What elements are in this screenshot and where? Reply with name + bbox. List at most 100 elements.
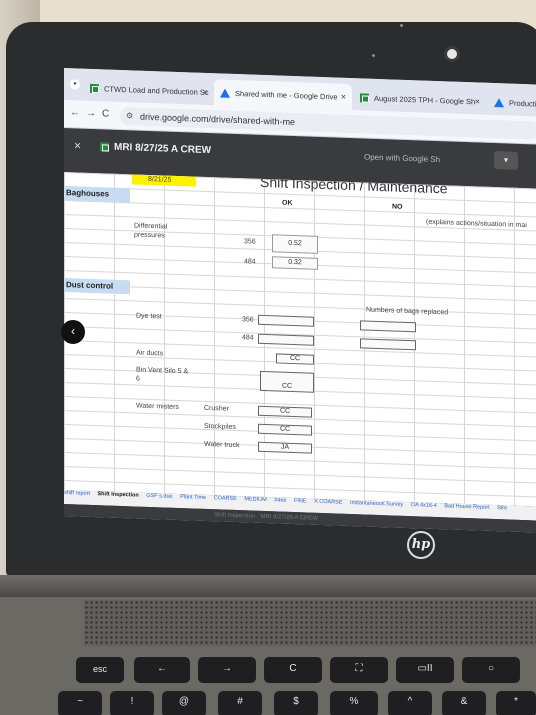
mister-stockpiles-value[interactable]: CC (258, 423, 312, 436)
close-icon[interactable]: × (341, 92, 346, 102)
dye-484-bags-input[interactable] (360, 338, 416, 351)
bags-replaced-label: Numbers of bags replaced (366, 306, 449, 317)
sheet-tab[interactable]: GSF s.due (146, 493, 172, 500)
tilde-key[interactable]: ~ (58, 691, 102, 715)
sheet-title: Shift Inspection / Maintenance (260, 173, 448, 197)
sheet-tab[interactable]: FINE (294, 498, 307, 504)
cell-value: CC (279, 425, 291, 433)
sheet-tab[interactable]: Instantaneous Survey (350, 500, 403, 508)
asterisk-key[interactable]: * (496, 691, 536, 715)
cell-value: 0.32 (288, 258, 302, 267)
no-column-header: NO (392, 203, 403, 211)
dye-356-ok-input[interactable] (258, 314, 314, 327)
sheets-icon (90, 83, 99, 93)
sheet-tab[interactable]: #4ee (274, 497, 286, 503)
back-key[interactable]: ← (134, 657, 190, 683)
sheet-tab[interactable]: Stre (497, 505, 507, 511)
tab-search-icon[interactable]: ▾ (70, 79, 80, 90)
mister-crusher-label: Crusher (204, 404, 229, 413)
tab-production[interactable]: Producti (488, 89, 536, 117)
file-title: MRI 8/27/25 A CREW (86, 141, 211, 156)
bin-vent-label-1: Bin Vent Silo 5 & (136, 366, 189, 376)
cell-value: 0.52 (288, 239, 302, 248)
photo-scene: ▾ CTWD Load and Production Sc × Shared w… (0, 0, 536, 715)
webcam (444, 46, 460, 62)
back-button[interactable]: ← (70, 107, 80, 118)
mister-stockpiles-label: Stockpiles (204, 422, 236, 432)
camera-sensor-dot (400, 24, 403, 27)
open-with-dropdown-icon[interactable]: ▾ (494, 151, 518, 170)
dust-control-section-label: Dust control (66, 280, 114, 291)
tab-label: Producti (509, 98, 536, 109)
caret-key[interactable]: ^ (388, 691, 432, 715)
tab-label: CTWD Load and Production Sc (104, 83, 209, 97)
percent-key[interactable]: % (330, 691, 378, 715)
spreadsheet-preview: 8/21/25 Shift Inspection / Maintenance B… (64, 172, 536, 507)
tab-label: Shared with me - Google Drive (235, 88, 338, 102)
sheet-tab[interactable]: COARSE (214, 495, 237, 502)
esc-key[interactable]: esc (76, 657, 124, 683)
ok-column-header: OK (282, 199, 293, 207)
bin-vent-value[interactable]: CC (260, 370, 314, 393)
sheet-tab-active[interactable]: Shift Inspection (98, 491, 139, 498)
sheet-tab[interactable]: shift report (64, 490, 90, 497)
bin-vent-label-2: 6 (136, 375, 140, 383)
url-text: drive.google.com/drive/shared-with-me (140, 111, 296, 128)
hash-key[interactable]: # (218, 691, 262, 715)
dollar-key[interactable]: $ (274, 691, 318, 715)
drive-file-viewer: × MRI 8/27/25 A CREW Open with Google Sh… (64, 128, 536, 533)
laptop-screen: ▾ CTWD Load and Production Sc × Shared w… (64, 68, 536, 533)
baghouse-unit-484: 484 (244, 258, 256, 266)
sheet-tab[interactable]: X COARSE (314, 499, 342, 506)
close-icon[interactable]: × (475, 96, 480, 106)
sheet-tab[interactable]: OA 4x16-4 (411, 502, 437, 509)
cell-value: CC (281, 382, 293, 390)
previous-file-button[interactable]: ‹ (61, 320, 85, 344)
hp-logo: hp (407, 531, 435, 559)
open-with-button[interactable]: Open with Google Sh (364, 152, 440, 164)
reload-button[interactable]: C (102, 108, 109, 119)
at-key[interactable]: @ (162, 691, 206, 715)
sheet-tab[interactable]: Plant Time (180, 494, 206, 501)
dim-key[interactable]: ○ (462, 657, 520, 683)
air-ducts-label: Air ducts (136, 349, 164, 358)
overview-key[interactable]: ▭II (396, 657, 454, 683)
explain-column-header: (explains actions/situation in mai (426, 218, 527, 230)
mister-water-truck-value[interactable]: JA (258, 441, 312, 454)
close-icon[interactable]: × (203, 87, 208, 97)
dye-unit-484: 484 (242, 334, 254, 342)
mister-crusher-value[interactable]: CC (258, 405, 312, 418)
tab-label: August 2025 TPH - Google Sh (374, 93, 476, 106)
close-viewer-button[interactable]: × (74, 138, 81, 152)
fullscreen-key[interactable]: ⛶ (330, 657, 388, 683)
cell-value: JA (280, 443, 290, 451)
drive-icon (494, 97, 504, 107)
dye-unit-356: 356 (242, 316, 254, 324)
dye-test-label: Dye test (136, 312, 162, 321)
site-settings-icon[interactable]: ⚙ (126, 107, 133, 125)
forward-button[interactable]: → (86, 108, 96, 119)
dye-484-ok-input[interactable] (258, 333, 314, 346)
reload-key[interactable]: C (264, 657, 322, 683)
forward-key[interactable]: → (198, 657, 256, 683)
air-ducts-value[interactable]: CC (276, 353, 314, 365)
differential-label-1: Differential (134, 222, 168, 231)
speaker-grille (84, 600, 536, 646)
exclamation-key[interactable]: ! (110, 691, 154, 715)
baghouse-356-value[interactable]: 0.52 (272, 234, 318, 254)
laptop-hinge (0, 575, 536, 597)
sheet-tab[interactable]: MEDIUM (244, 496, 266, 503)
file-title-text: MRI 8/27/25 A CREW (114, 141, 212, 157)
sheet-tab[interactable]: Bad House Report (444, 503, 489, 511)
dye-356-bags-input[interactable] (360, 320, 416, 333)
cell-value: CC (289, 354, 301, 363)
drive-icon (220, 87, 230, 98)
date-text: 8/21/25 (148, 175, 172, 184)
cell-value: CC (279, 407, 291, 415)
ampersand-key[interactable]: & (442, 691, 486, 715)
mister-water-truck-label: Water truck (204, 440, 240, 450)
sheets-icon (360, 92, 369, 103)
water-misters-label: Water misters (136, 402, 179, 412)
baghouse-484-value[interactable]: 0.32 (272, 256, 318, 270)
sheets-icon (100, 142, 109, 152)
